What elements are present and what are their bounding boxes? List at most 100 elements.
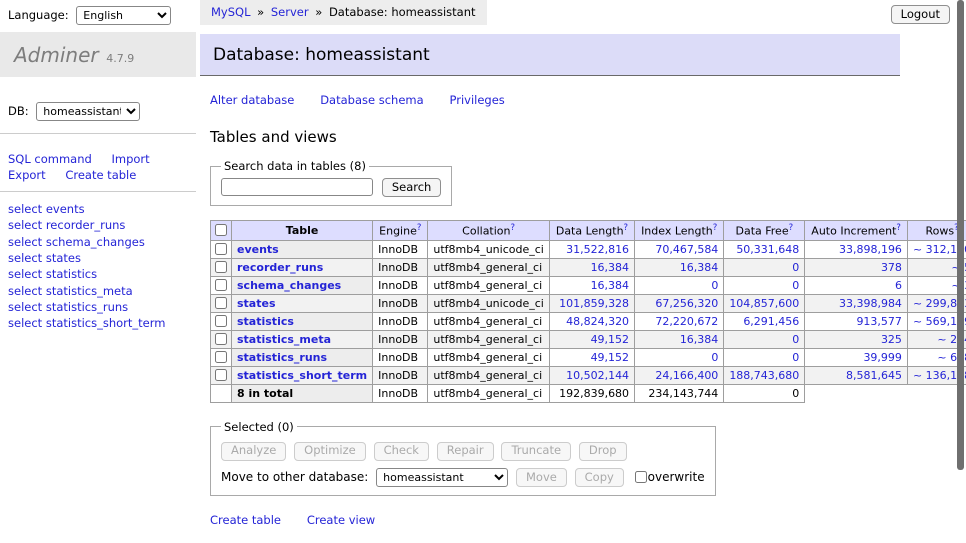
select-events-link[interactable]: select events [8,201,188,217]
data-free-link[interactable]: 104,857,600 [729,297,799,310]
select-all-checkbox[interactable] [215,224,227,236]
logout-button[interactable]: Logout [891,5,950,24]
table-name-link[interactable]: statistics [237,315,294,328]
auto-increment-link[interactable]: 913,577 [856,315,902,328]
column-header-index-length: Index Length? [635,221,724,241]
select-statistics-short-term-link[interactable]: select statistics_short_term [8,315,188,331]
table-name-link[interactable]: statistics_meta [237,333,331,346]
search-fieldset: Search data in tables (8) Search [210,159,452,206]
export-link[interactable]: Export [8,168,46,182]
help-link[interactable]: ? [417,223,422,233]
data-length-link[interactable]: 16,384 [591,261,630,274]
data-free-link[interactable]: 0 [792,279,799,292]
data-free-link[interactable]: 6,291,456 [743,315,799,328]
collation-cell: utf8mb4_unicode_ci [428,294,549,312]
auto-increment-link[interactable]: 33,898,196 [839,243,902,256]
breadcrumb-current: Database: homeassistant [329,5,476,19]
database-schema-link[interactable]: Database schema [320,93,423,107]
vertical-scrollbar-thumb[interactable] [957,0,964,470]
auto-increment-link[interactable]: 6 [895,279,902,292]
collation-cell: utf8mb4_general_ci [428,348,549,366]
index-length-link[interactable]: 24,166,400 [655,369,718,382]
data-length-link[interactable]: 16,384 [591,279,630,292]
row-checkbox[interactable] [215,279,227,291]
alter-database-link[interactable]: Alter database [210,93,294,107]
row-checkbox[interactable] [215,369,227,381]
data-free-link[interactable]: 0 [792,351,799,364]
import-link[interactable]: Import [111,152,149,166]
move-db-select[interactable]: homeassistant [376,468,508,487]
breadcrumb-server-link[interactable]: Server [271,5,309,19]
data-free-link[interactable]: 0 [792,261,799,274]
table-name-link[interactable]: schema_changes [237,279,341,292]
engine-cell: InnoDB [373,258,428,276]
data-free-link[interactable]: 50,331,648 [736,243,799,256]
select-statistics-meta-link[interactable]: select statistics_meta [8,283,188,299]
index-length-link[interactable]: 0 [711,351,718,364]
index-length-link[interactable]: 67,256,320 [655,297,718,310]
engine-cell: InnoDB [373,294,428,312]
select-statistics-runs-link[interactable]: select statistics_runs [8,299,188,315]
table-row: events InnoDB utf8mb4_unicode_ci 31,522,… [211,240,966,258]
help-link[interactable]: ? [511,223,516,233]
table-name-link[interactable]: events [237,243,279,256]
data-free-link[interactable]: 0 [792,333,799,346]
row-checkbox[interactable] [215,243,227,255]
table-name-link[interactable]: states [237,297,276,310]
breadcrumb-separator: » [315,5,322,19]
data-length-link[interactable]: 101,859,328 [559,297,629,310]
auto-increment-link[interactable]: 325 [881,333,902,346]
auto-increment-link[interactable]: 39,999 [863,351,902,364]
help-link[interactable]: ? [713,223,718,233]
create-view-link[interactable]: Create view [307,513,375,527]
breadcrumb: MySQL » Server » Database: homeassistant [200,0,487,25]
create-table-link[interactable]: Create table [210,513,281,527]
row-checkbox[interactable] [215,261,227,273]
privileges-link[interactable]: Privileges [449,93,504,107]
help-link[interactable]: ? [624,223,629,233]
breadcrumb-mysql-link[interactable]: MySQL [211,5,251,19]
create-table-sidebar-link[interactable]: Create table [65,168,136,182]
table-name-link[interactable]: statistics_runs [237,351,327,364]
index-length-link[interactable]: 72,220,672 [655,315,718,328]
data-length-link[interactable]: 10,502,144 [566,369,629,382]
engine-cell: InnoDB [373,348,428,366]
row-checkbox[interactable] [215,351,227,363]
data-length-link[interactable]: 49,152 [591,333,630,346]
auto-increment-link[interactable]: 8,581,645 [846,369,902,382]
collation-cell: utf8mb4_unicode_ci [428,240,549,258]
selected-legend: Selected (0) [221,420,297,434]
index-length-link[interactable]: 0 [711,279,718,292]
select-recorder-runs-link[interactable]: select recorder_runs [8,217,188,233]
sql-command-link[interactable]: SQL command [8,152,92,166]
language-select[interactable]: English [76,6,171,25]
index-length-link[interactable]: 16,384 [680,261,719,274]
auto-increment-link[interactable]: 33,398,984 [839,297,902,310]
help-link[interactable]: ? [896,223,901,233]
index-length-link[interactable]: 16,384 [680,333,719,346]
select-states-link[interactable]: select states [8,250,188,266]
index-length-link[interactable]: 70,467,584 [655,243,718,256]
overwrite-checkbox[interactable] [635,471,647,483]
auto-increment-link[interactable]: 378 [881,261,902,274]
help-link[interactable]: ? [789,223,794,233]
engine-cell: InnoDB [373,366,428,384]
db-select[interactable]: homeassistant [36,102,140,121]
search-input[interactable] [221,178,373,196]
search-button[interactable]: Search [382,178,442,197]
row-checkbox[interactable] [215,315,227,327]
row-checkbox[interactable] [215,297,227,309]
table-name-link[interactable]: recorder_runs [237,261,323,274]
select-schema-changes-link[interactable]: select schema_changes [8,234,188,250]
data-length-link[interactable]: 31,522,816 [566,243,629,256]
data-length-link[interactable]: 49,152 [591,351,630,364]
select-statistics-link[interactable]: select statistics [8,266,188,282]
page-title: Database: homeassistant [200,34,900,76]
data-length-link[interactable]: 48,824,320 [566,315,629,328]
language-row: Language: English [0,0,196,32]
table-name-link[interactable]: statistics_short_term [237,369,367,382]
data-free-link[interactable]: 188,743,680 [729,369,799,382]
row-checkbox[interactable] [215,333,227,345]
table-row: schema_changes InnoDB utf8mb4_general_ci… [211,276,966,294]
database-action-links: Alter database Database schema Privilege… [210,93,900,107]
